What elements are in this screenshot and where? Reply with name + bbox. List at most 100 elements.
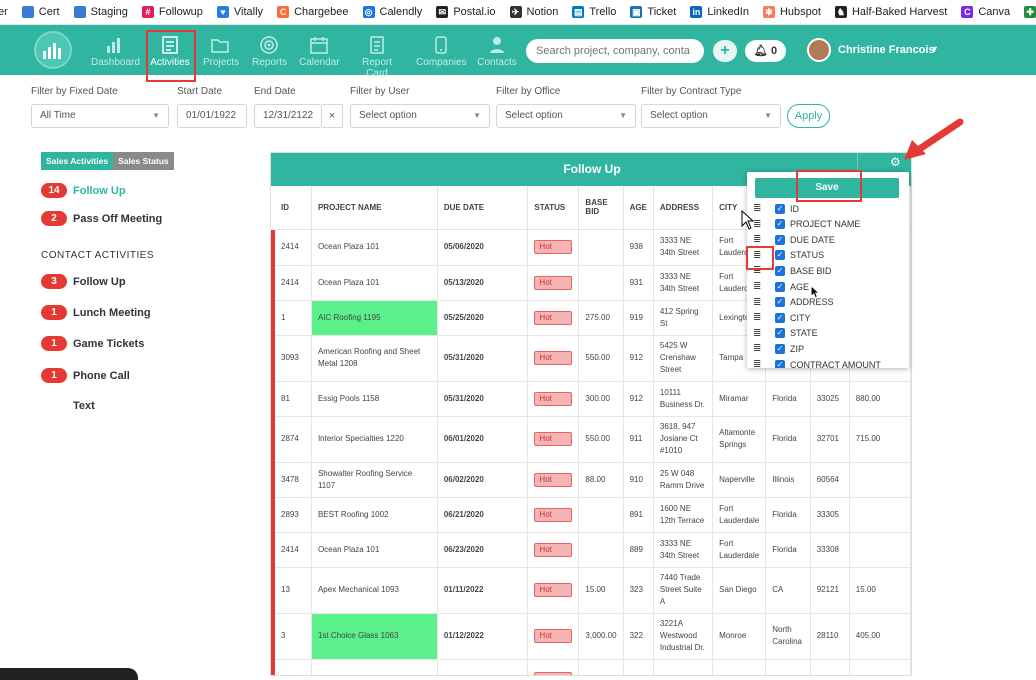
end-date-input[interactable]: 12/31/2122 [254,104,322,128]
drag-handle-icon[interactable]: ≣ [753,359,765,368]
bookmark-5[interactable]: C Chargebee [277,6,349,18]
user-name[interactable]: Christine Francois [838,44,935,56]
status-badge[interactable]: Hot [534,583,573,597]
checkbox-checked-icon[interactable]: ✓ [775,328,785,339]
bookmark-7[interactable]: ✉ Postal.io [436,6,496,18]
column-toggle-project-name[interactable]: ≣ ✓ PROJECT NAME [753,217,860,232]
nav-dashboard[interactable]: Dashboard [91,25,140,75]
column-header-address[interactable]: ADDRESS [653,186,714,230]
status-badge[interactable]: Hot [534,240,573,254]
drag-handle-icon[interactable]: ≣ [753,250,765,261]
column-header-due-date[interactable]: DUE DATE [437,186,529,230]
column-header-age[interactable]: AGE [623,186,654,230]
column-toggle-age[interactable]: ≣ ✓ AGE [753,279,809,294]
bookmark-9[interactable]: ▤ Trello [572,6,616,18]
column-toggle-city[interactable]: ≣ ✓ CITY [753,310,811,325]
column-toggle-zip[interactable]: ≣ ✓ ZIP [753,341,804,356]
chevron-down-icon[interactable]: ▼ [930,44,939,54]
contact-activity-text[interactable]: Text [41,400,95,412]
bookmark-11[interactable]: in LinkedIn [690,6,749,18]
column-header-project-name[interactable]: PROJECT NAME [311,186,438,230]
avatar[interactable] [807,38,831,62]
column-toggle-id[interactable]: ≣ ✓ ID [753,201,799,216]
app-logo[interactable] [34,31,72,69]
checkbox-checked-icon[interactable]: ✓ [775,203,785,214]
bookmark-2[interactable]: Staging [73,6,128,18]
tab-sales-activities[interactable]: Sales Activities [41,152,114,170]
search-input[interactable] [526,39,704,63]
table-row[interactable]: 2414 Ocean Plaza 101 06/23/2020 Hot 889 3333 … [271,532,911,568]
bookmark-14[interactable]: C Canva [961,6,1010,18]
column-header-base-bid[interactable]: BASE BID [578,186,624,230]
sales-activity-follow-up[interactable]: 14 Follow Up [41,183,126,198]
table-row[interactable]: 13 Apex Mechanical 1093 01/11/2022 Hot 15.00… [271,567,911,614]
bookmark-4[interactable]: ♥ Vitally [216,6,263,18]
clear-date-button[interactable]: × [322,104,343,128]
bookmark-6[interactable]: ◎ Calendly [362,6,422,18]
status-badge[interactable]: Hot [534,507,573,522]
checkbox-checked-icon[interactable]: ✓ [775,359,785,368]
tab-sales-status[interactable]: Sales Status [113,152,174,170]
nav-companies[interactable]: Companies [416,25,467,75]
column-toggle-base-bid[interactable]: ≣ ✓ BASE BID [753,263,832,278]
table-row[interactable]: 3 1st Choice Glass 1063 01/12/2022 Hot 3,000… [271,613,911,660]
user-filter-select[interactable]: Select option ▼ [350,104,490,128]
table-row[interactable]: 81 Essig Pools 1158 05/31/2020 Hot 300.00 912… [271,381,911,417]
bookmark-3[interactable]: # Followup [141,6,203,18]
office-filter-select[interactable]: Select option ▼ [496,104,636,128]
drag-handle-icon[interactable]: ≣ [753,312,765,323]
status-badge[interactable]: Hot [534,629,573,643]
drag-handle-icon[interactable]: ≣ [753,297,765,308]
add-button[interactable]: + [713,40,737,62]
checkbox-checked-icon[interactable]: ✓ [775,250,785,261]
checkbox-checked-icon[interactable]: ✓ [775,281,785,292]
drag-handle-icon[interactable]: ≣ [753,343,765,354]
checkbox-checked-icon[interactable]: ✓ [775,219,785,230]
checkbox-checked-icon[interactable]: ✓ [775,234,785,245]
column-toggle-address[interactable]: ≣ ✓ ADDRESS [753,295,834,310]
sales-activity-pass-off-meeting[interactable]: 2 Pass Off Meeting [41,211,162,226]
column-toggle-contract-amount[interactable]: ≣ ✓ CONTRACT AMOUNT [753,357,881,368]
status-badge[interactable]: Hot [534,432,573,446]
drag-handle-icon[interactable]: ≣ [753,281,765,292]
start-date-input[interactable]: 01/01/1922 [177,104,247,128]
checkbox-checked-icon[interactable]: ✓ [775,343,785,354]
fixed-date-select[interactable]: All Time ▼ [31,104,169,128]
table-row[interactable]: 4740Gingerbread Shop05/01/2022Hot66,7952… [271,659,911,675]
table-row[interactable]: 3478 Showalter Roofing Service 1107 06/02/… [271,462,911,498]
apply-button[interactable]: Apply [787,104,830,128]
drag-handle-icon[interactable]: ≣ [753,265,765,276]
checkbox-checked-icon[interactable]: ✓ [775,265,785,276]
status-badge[interactable]: Hot [534,672,573,675]
nav-projects[interactable]: Projects [203,25,239,75]
notifications-button[interactable]: 🔔︎ 0 [745,40,786,62]
contact-activity-game-tickets[interactable]: 1 Game Tickets [41,336,144,351]
checkbox-checked-icon[interactable]: ✓ [775,297,785,308]
column-toggle-due-date[interactable]: ≣ ✓ DUE DATE [753,232,835,247]
drag-handle-icon[interactable]: ≣ [753,234,765,245]
table-row[interactable]: 2874 Interior Specialties 1220 06/01/2020 H… [271,416,911,463]
contact-activity-phone-call[interactable]: 1 Phone Call [41,368,130,383]
column-toggle-state[interactable]: ≣ ✓ STATE [753,326,818,341]
nav-reports[interactable]: Reports [252,25,287,75]
table-row[interactable]: 2893 BEST Roofing 1002 06/21/2020 Hot 891 160… [271,497,911,533]
nav-calendar[interactable]: Calendar [299,25,340,75]
nav-contacts[interactable]: Contacts [477,25,517,75]
drag-handle-icon[interactable]: ≣ [753,328,765,339]
column-toggle-status[interactable]: ≣ ✓ STATUS [753,248,824,263]
contact-activity-lunch-meeting[interactable]: 1 Lunch Meeting [41,305,151,320]
column-header-id[interactable]: ID [271,186,312,230]
bookmark-13[interactable]: ♞ Half-Baked Harvest [834,6,947,18]
bookmark-8[interactable]: ✈ Notion [509,6,558,18]
save-button[interactable]: Save [755,178,899,198]
status-badge[interactable]: Hot [534,351,573,365]
status-badge[interactable]: Hot [534,391,573,406]
bookmark-12[interactable]: ✱ Hubspot [762,6,821,18]
nav-activities[interactable]: Activities [150,25,190,75]
contract-filter-select[interactable]: Select option ▼ [641,104,781,128]
bookmark-0[interactable]: er [0,6,8,18]
status-badge[interactable]: Hot [534,310,573,325]
nav-report-card[interactable]: Report Card [350,25,404,79]
checkbox-checked-icon[interactable]: ✓ [775,312,785,323]
bookmark-1[interactable]: Cert [21,6,60,18]
